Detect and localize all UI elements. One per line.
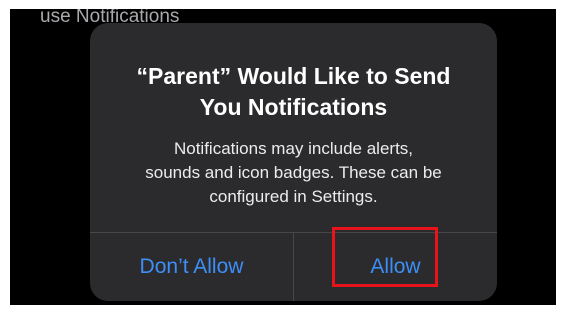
dont-allow-button[interactable]: Don’t Allow xyxy=(90,233,293,301)
notification-permission-alert: “Parent” Would Like to Send You Notifica… xyxy=(90,23,497,301)
alert-title-line-2: You Notifications xyxy=(199,94,388,120)
alert-title: “Parent” Would Like to Send You Notifica… xyxy=(90,61,497,123)
allow-button[interactable]: Allow xyxy=(294,233,497,301)
phone-screen: use Notifications “Parent” Would Like to… xyxy=(10,9,556,305)
alert-message-line-1: Notifications may include alerts, xyxy=(173,139,414,158)
alert-message-line-3: configured in Settings. xyxy=(209,187,378,206)
alert-title-line-1: “Parent” Would Like to Send xyxy=(136,63,451,89)
alert-message-line-2: sounds and icon badges. These can be xyxy=(145,163,442,182)
alert-message: Notifications may include alerts, sounds… xyxy=(90,137,497,209)
